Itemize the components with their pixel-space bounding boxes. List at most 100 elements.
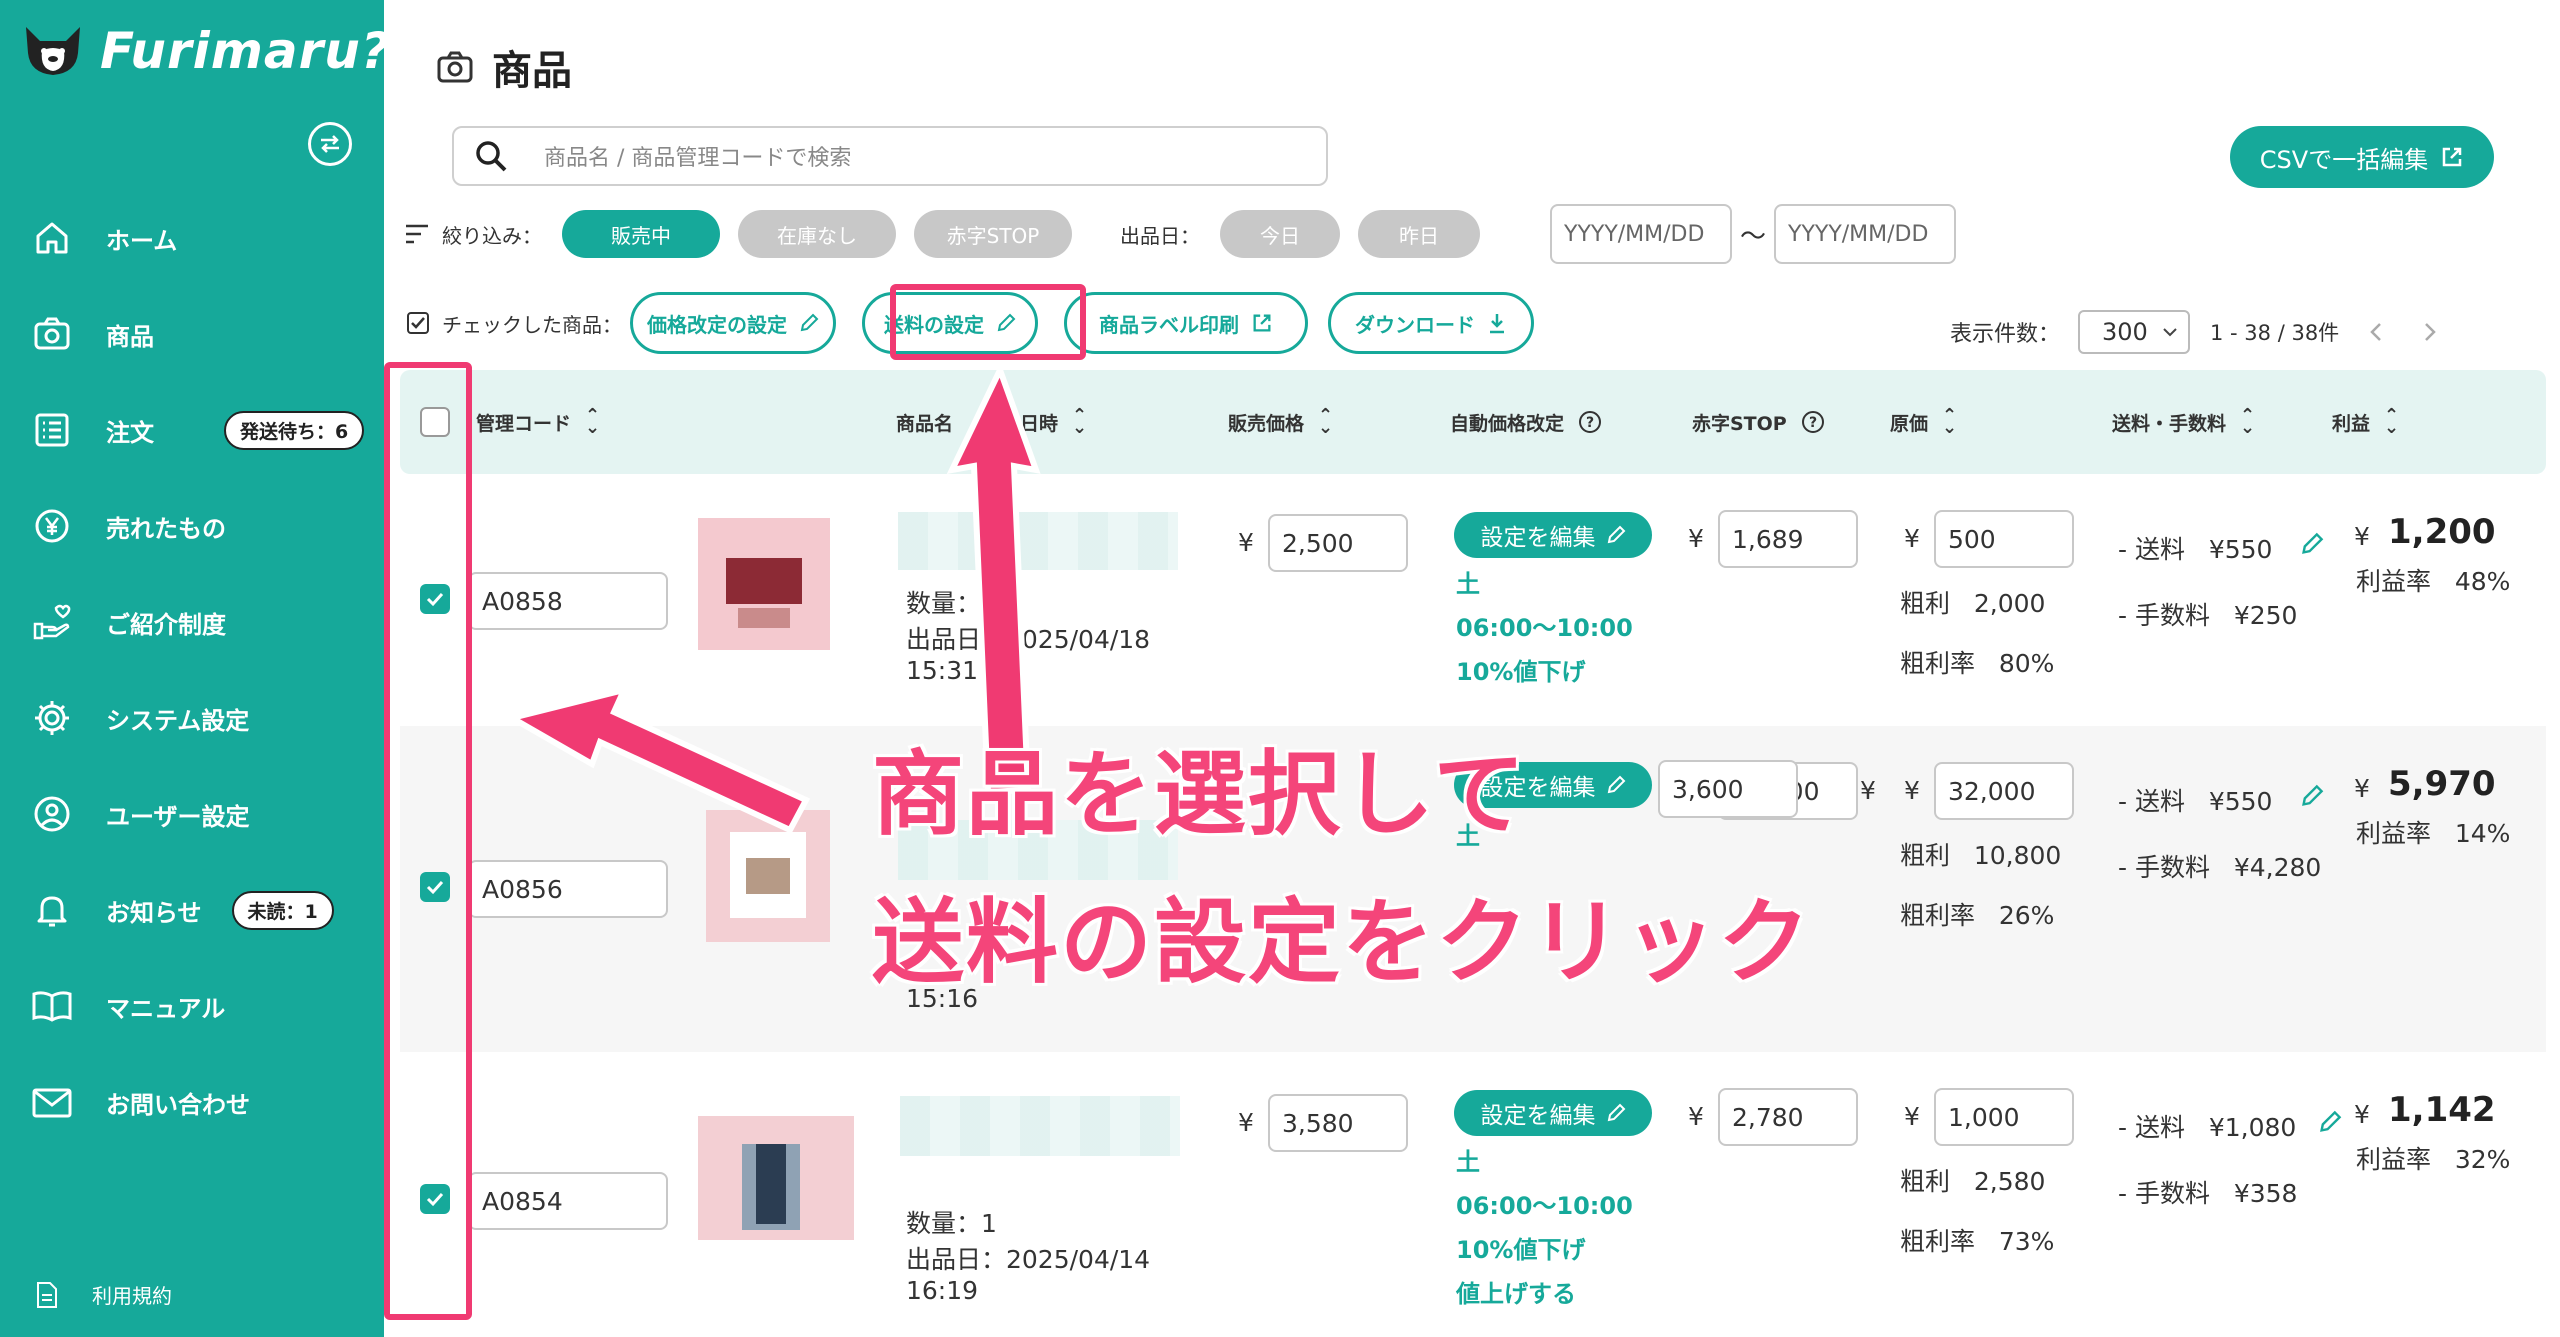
ship-label: - 送料 bbox=[2118, 535, 2185, 564]
cost-input[interactable]: 500 bbox=[1934, 510, 2074, 568]
date-chip-today[interactable]: 今日 bbox=[1220, 210, 1340, 258]
per-page-select[interactable]: 300 bbox=[2078, 310, 2191, 354]
yen-label: ¥ bbox=[1688, 524, 1704, 553]
filter-chip-out-of-stock[interactable]: 在庫なし bbox=[738, 210, 896, 258]
date-chip-yesterday[interactable]: 昨日 bbox=[1358, 210, 1480, 258]
price-revision-settings-button[interactable]: 価格改定の設定 bbox=[630, 292, 836, 354]
profit-rate-label: 利益率 bbox=[2356, 567, 2432, 596]
main-content: 商品 商品名 / 商品管理コードで検索 CSVで一括編集 絞り込み： 販売中 在… bbox=[384, 0, 2560, 1337]
schedule-day: 土 bbox=[1456, 1148, 1480, 1176]
listed-date-label: 出品日： bbox=[1120, 223, 1200, 248]
search-input[interactable]: 商品名 / 商品管理コードで検索 bbox=[452, 126, 1328, 186]
yen-label: ¥ bbox=[2354, 774, 2370, 803]
sidebar-item-label: システム設定 bbox=[106, 706, 250, 735]
prev-page-icon[interactable] bbox=[2369, 321, 2383, 343]
price-input[interactable]: 3,600 bbox=[1658, 760, 1798, 818]
sidebar-item-orders[interactable]: 注文 発送待ち：6 bbox=[28, 400, 368, 460]
ship-value: ¥1,080 bbox=[2208, 1113, 2297, 1142]
gross-value: 2,580 bbox=[1973, 1167, 2046, 1196]
header-label: 原価 bbox=[1890, 412, 1929, 435]
filter-chip-on-sale[interactable]: 販売中 bbox=[562, 210, 720, 258]
sidebar-item-label: 売れたもの bbox=[106, 514, 226, 543]
product-thumbnail[interactable] bbox=[706, 810, 830, 942]
header-label: 利益 bbox=[2332, 412, 2371, 435]
deficit-stop-input[interactable]: 1,689 bbox=[1718, 510, 1858, 568]
sidebar-item-referral[interactable]: ご紹介制度 bbox=[28, 592, 368, 652]
price-input[interactable]: 3,580 bbox=[1268, 1094, 1408, 1152]
column-header-code[interactable]: 管理コード ⌃ ⌄ bbox=[476, 370, 600, 474]
schedule-action: 10%値下げ bbox=[1456, 658, 1586, 686]
sidebar: Furimaru? ホーム 商品 注文 発送待ち：6 売れたもの ご紹介制度 シ… bbox=[0, 0, 390, 1337]
logo-text: Furimaru? bbox=[100, 22, 391, 80]
gross-label: 粗利 bbox=[1900, 841, 1951, 870]
button-label: 価格改定の設定 bbox=[647, 312, 787, 337]
gross-rate-label: 粗利率 bbox=[1900, 901, 1976, 930]
per-page-label: 表示件数： bbox=[1950, 322, 2061, 347]
schedule-time: 06:00〜10:00 bbox=[1456, 1192, 1633, 1220]
column-header-listed[interactable]: 出品日時 ⌃ ⌄ bbox=[982, 370, 1087, 474]
sidebar-item-user-settings[interactable]: ユーザー設定 bbox=[28, 784, 368, 844]
search-icon bbox=[476, 141, 507, 172]
yen-label: ¥ bbox=[1238, 528, 1254, 557]
profit-rate-value: 48% bbox=[2454, 567, 2511, 596]
terms-link[interactable]: 利用規約 bbox=[36, 1280, 172, 1309]
management-code-input[interactable]: A0856 bbox=[468, 860, 668, 918]
sidebar-item-sold[interactable]: 売れたもの bbox=[28, 496, 368, 556]
product-thumbnail[interactable] bbox=[698, 518, 830, 650]
swap-arrows-icon bbox=[321, 135, 339, 153]
sidebar-item-home[interactable]: ホーム bbox=[28, 208, 368, 268]
date-to-input[interactable]: YYYY/MM/DD bbox=[1774, 204, 1957, 264]
csv-bulk-edit-button[interactable]: CSVで一括編集 bbox=[2230, 126, 2494, 188]
product-name-blurred[interactable] bbox=[900, 1096, 1180, 1156]
management-code-input[interactable]: A0858 bbox=[468, 572, 668, 630]
column-header-cost[interactable]: 原価 ⌃ ⌄ bbox=[1890, 370, 1957, 474]
deficit-stop-input[interactable]: 2,780 bbox=[1718, 1088, 1858, 1146]
header-label: 商品名 bbox=[896, 412, 954, 435]
pencil-icon[interactable] bbox=[2300, 532, 2324, 556]
next-page-icon[interactable] bbox=[2423, 321, 2437, 343]
product-label-print-button[interactable]: 商品ラベル印刷 bbox=[1064, 292, 1308, 354]
management-code-input[interactable]: A0854 bbox=[468, 1172, 668, 1230]
column-header-shipping[interactable]: 送料・手数料 ⌃ ⌄ bbox=[2112, 370, 2255, 474]
column-header-profit[interactable]: 利益 ⌃ ⌄ bbox=[2332, 370, 2399, 474]
download-button[interactable]: ダウンロード bbox=[1328, 292, 1534, 354]
yen-label: ¥ bbox=[2354, 522, 2370, 551]
bell-icon bbox=[37, 896, 67, 927]
sort-icon: ⌃ ⌄ bbox=[1072, 405, 1088, 438]
sort-icon: ⌃ ⌄ bbox=[1318, 405, 1334, 438]
logo[interactable]: Furimaru? bbox=[20, 22, 391, 80]
product-name-blurred[interactable] bbox=[898, 512, 1178, 570]
sidebar-item-label: ホーム bbox=[106, 226, 178, 255]
sidebar-item-contact[interactable]: お問い合わせ bbox=[28, 1072, 368, 1132]
cost-input[interactable]: 1,000 bbox=[1934, 1088, 2074, 1146]
ship-value: ¥550 bbox=[2208, 535, 2273, 564]
schedule-raise: 値上げする bbox=[1456, 1280, 1576, 1308]
header-label: 管理コード bbox=[476, 412, 572, 435]
sidebar-item-products[interactable]: 商品 bbox=[28, 304, 368, 364]
header-label: 出品日時 bbox=[982, 412, 1059, 435]
product-thumbnail[interactable] bbox=[698, 1116, 854, 1240]
header-label: 販売価格 bbox=[1228, 412, 1305, 435]
header-label: 送料・手数料 bbox=[2112, 412, 2227, 435]
book-icon bbox=[32, 991, 72, 1022]
column-header-price[interactable]: 販売価格 ⌃ ⌄ bbox=[1228, 370, 1333, 474]
cost-input[interactable]: 32,000 bbox=[1934, 762, 2074, 820]
help-icon[interactable]: ? bbox=[1801, 410, 1825, 434]
price-input[interactable]: 2,500 bbox=[1268, 514, 1408, 572]
collapse-sidebar-button[interactable] bbox=[308, 122, 352, 166]
edit-auto-price-button[interactable]: 設定を編集 bbox=[1454, 512, 1652, 558]
sidebar-item-manual[interactable]: マニュアル bbox=[28, 976, 368, 1036]
sidebar-item-system-settings[interactable]: システム設定 bbox=[28, 688, 368, 748]
help-icon[interactable]: ? bbox=[1578, 410, 1602, 434]
pencil-icon[interactable] bbox=[2300, 784, 2324, 808]
profit-rate-label: 利益率 bbox=[2356, 1145, 2432, 1174]
result-range: 1 - 38 / 38件 bbox=[2210, 321, 2340, 345]
sidebar-item-notifications[interactable]: お知らせ 未読：1 bbox=[28, 880, 368, 940]
edit-label: 設定を編集 bbox=[1480, 1103, 1596, 1129]
home-icon bbox=[36, 222, 68, 254]
pencil-icon[interactable] bbox=[2318, 1110, 2342, 1134]
filter-chip-deficit-stop[interactable]: 赤字STOP bbox=[914, 210, 1072, 258]
date-from-input[interactable]: YYYY/MM/DD bbox=[1550, 204, 1732, 264]
yen-label: ¥ bbox=[1860, 776, 1876, 805]
edit-auto-price-button[interactable]: 設定を編集 bbox=[1454, 1090, 1652, 1136]
